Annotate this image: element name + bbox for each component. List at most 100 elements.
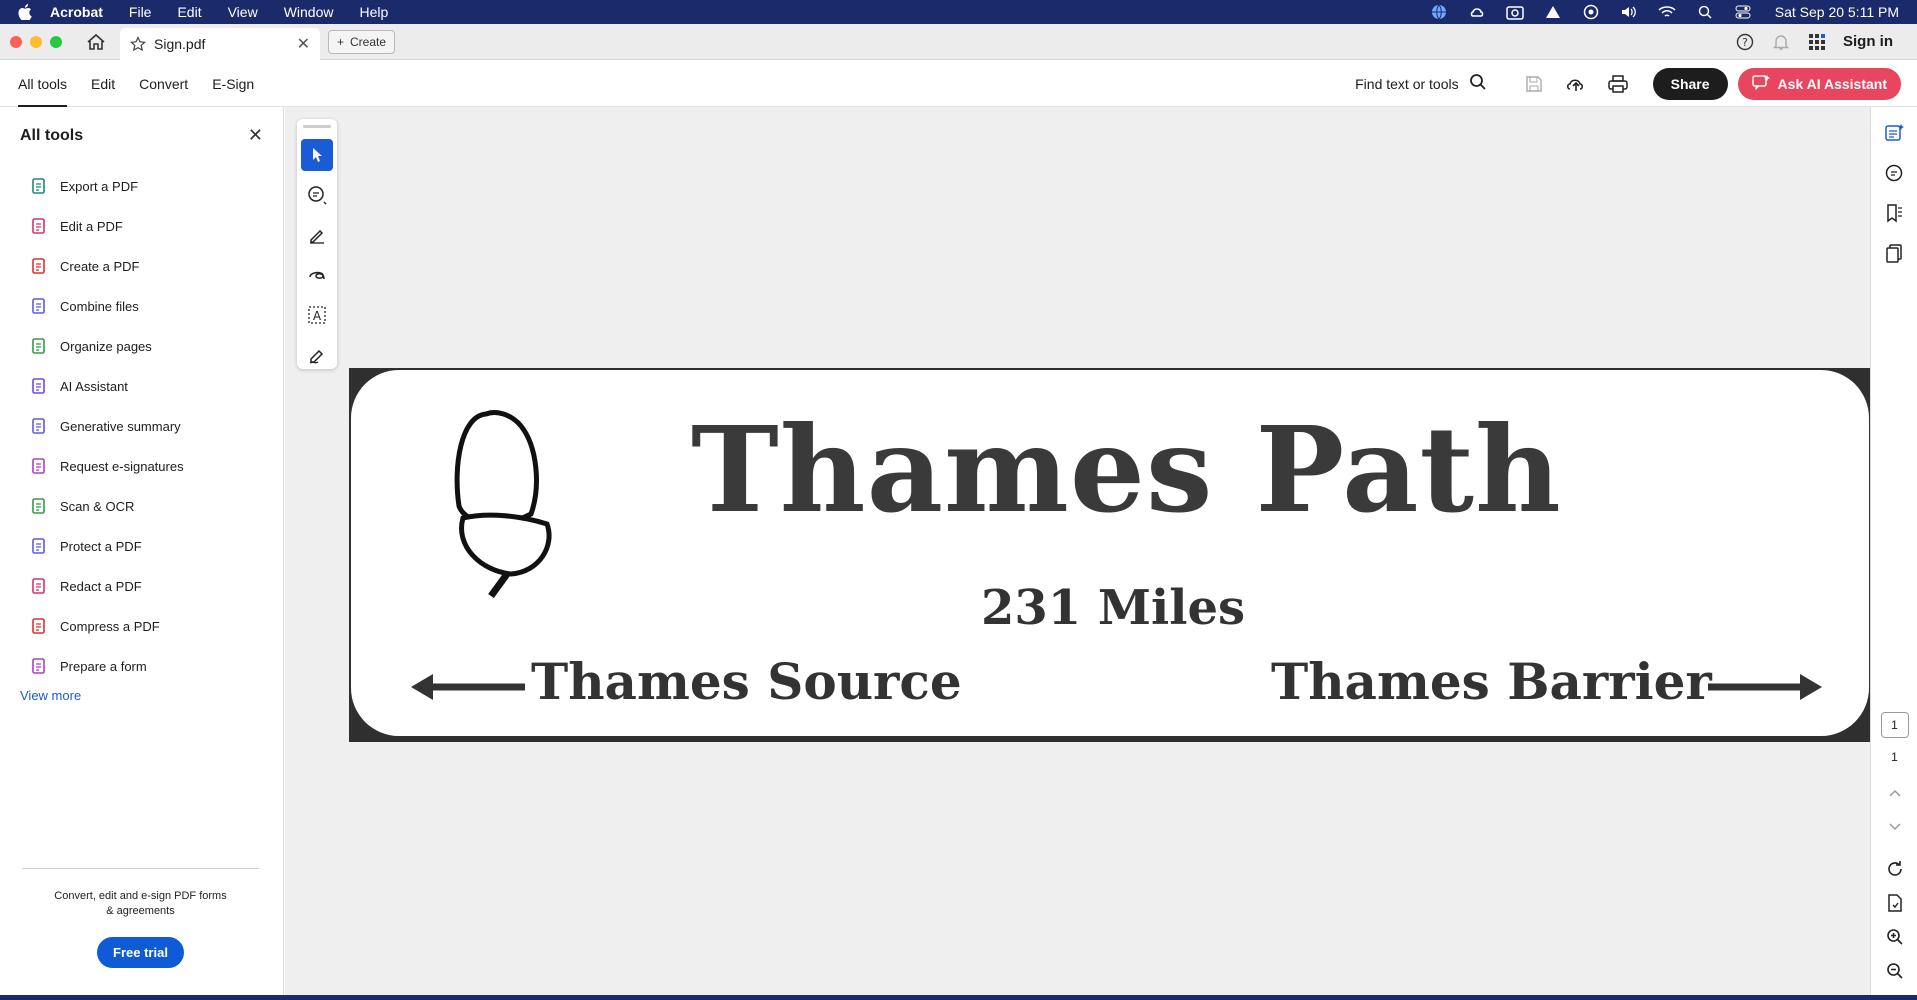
create-button[interactable]: + Create	[328, 29, 396, 54]
ai-summary-icon[interactable]	[1880, 119, 1908, 147]
tool-item[interactable]: Combine files	[0, 286, 283, 326]
tab-convert[interactable]: Convert	[133, 61, 194, 107]
tools-list: Export a PDF Edit a PDF Create a PDF Combin…	[0, 166, 283, 686]
tool-item-label: Combine files	[60, 298, 139, 314]
tool-item[interactable]: Redact a PDF	[0, 566, 283, 606]
arrow-right-icon	[1706, 670, 1826, 709]
all-tools-panel: All tools ✕ Export a PDF Edit a PDF Create…	[0, 107, 284, 1000]
tool-item[interactable]: Protect a PDF	[0, 526, 283, 566]
tool-item-label: Compress a PDF	[60, 618, 160, 634]
comment-tool-icon[interactable]	[301, 179, 333, 211]
text-tool-icon[interactable]: A	[301, 299, 333, 331]
wifi-icon[interactable]	[1657, 3, 1677, 21]
prepare-form-icon	[30, 657, 48, 675]
tab-esign[interactable]: E-Sign	[206, 61, 260, 107]
menu-app-name[interactable]: Acrobat	[50, 4, 103, 20]
promo-line-2: & agreements	[106, 905, 175, 917]
sign-right-destination: Thames Barrier	[1271, 652, 1712, 711]
highlight-tool-icon[interactable]	[301, 219, 333, 251]
close-tab-icon[interactable]: ✕	[297, 34, 310, 54]
organize-pages-icon	[30, 337, 48, 355]
tool-item[interactable]: Export a PDF	[0, 166, 283, 206]
drag-handle[interactable]	[303, 125, 331, 128]
pdf-page[interactable]: Thames Path 231 Miles Thames Source Tham…	[349, 368, 1871, 742]
upload-cloud-icon[interactable]	[1563, 71, 1589, 97]
tool-item[interactable]: AI Assistant	[0, 366, 283, 406]
creative-cloud-icon[interactable]	[1467, 3, 1487, 21]
zoom-window-button[interactable]	[50, 35, 62, 48]
tab-all-tools[interactable]: All tools	[12, 61, 73, 107]
tool-item-label: Organize pages	[60, 338, 152, 354]
tool-item-label: Generative summary	[60, 418, 181, 434]
thames-path-sign: Thames Path 231 Miles Thames Source Tham…	[351, 370, 1869, 736]
select-tool-icon[interactable]	[301, 139, 333, 171]
document-tab[interactable]: Sign.pdf ✕	[120, 27, 320, 60]
sign-tool-icon[interactable]	[301, 339, 333, 371]
close-window-button[interactable]	[10, 35, 22, 48]
notifications-bell-icon[interactable]	[1771, 32, 1791, 52]
tool-item-label: Export a PDF	[60, 178, 139, 194]
create-button-label: Create	[350, 34, 387, 49]
tab-edit[interactable]: Edit	[85, 61, 121, 107]
tool-item-label: Protect a PDF	[60, 538, 142, 554]
tool-item[interactable]: Create a PDF	[0, 246, 283, 286]
tool-item[interactable]: Request e-signatures	[0, 446, 283, 486]
menubar-clock[interactable]: Sat Sep 20 5:11 PM	[1775, 4, 1899, 20]
panel-title: All tools	[20, 126, 84, 144]
vpn-icon[interactable]	[1581, 3, 1601, 21]
minimize-window-button[interactable]	[30, 35, 42, 48]
drive-icon[interactable]	[1543, 3, 1563, 21]
page-export-icon[interactable]	[1882, 890, 1908, 916]
volume-icon[interactable]	[1619, 3, 1639, 21]
zoom-out-icon[interactable]	[1882, 958, 1908, 984]
document-viewport[interactable]: A Thames Path 231 Miles Thames Source Th…	[285, 107, 1871, 995]
sign-title: Thames Path	[691, 400, 1562, 539]
find-label: Find text or tools	[1355, 75, 1459, 92]
menu-help[interactable]: Help	[359, 4, 388, 20]
tool-item[interactable]: Compress a PDF	[0, 606, 283, 646]
ask-ai-assistant-button[interactable]: Ask AI Assistant	[1737, 67, 1901, 100]
view-more-link[interactable]: View more	[0, 688, 283, 703]
comments-icon[interactable]	[1880, 159, 1908, 187]
star-icon[interactable]	[130, 35, 146, 52]
ask-ai-assistant-label: Ask AI Assistant	[1777, 75, 1887, 92]
help-icon[interactable]: ?	[1735, 32, 1755, 52]
apps-grid-icon[interactable]	[1807, 32, 1827, 52]
print-icon[interactable]	[1605, 71, 1631, 97]
rotate-icon[interactable]	[1882, 856, 1908, 882]
save-icon[interactable]	[1521, 71, 1547, 97]
home-icon[interactable]	[84, 30, 108, 54]
close-panel-icon[interactable]: ✕	[248, 125, 263, 146]
bookmarks-icon[interactable]	[1880, 199, 1908, 227]
apple-menu-icon[interactable]	[14, 1, 36, 23]
dock-edge	[0, 995, 1917, 1000]
tool-item[interactable]: Scan & OCR	[0, 486, 283, 526]
sign-in-link[interactable]: Sign in	[1843, 33, 1893, 50]
screenshot-icon[interactable]	[1505, 3, 1525, 21]
tool-item-label: AI Assistant	[60, 378, 128, 394]
globe-status-icon[interactable]	[1429, 3, 1449, 21]
next-page-icon[interactable]	[1882, 814, 1908, 840]
tool-item-label: Create a PDF	[60, 258, 140, 274]
tool-item[interactable]: Organize pages	[0, 326, 283, 366]
share-button[interactable]: Share	[1652, 67, 1728, 100]
current-page-input[interactable]: 1	[1880, 712, 1909, 738]
tool-item[interactable]: Edit a PDF	[0, 206, 283, 246]
tool-item[interactable]: Generative summary	[0, 406, 283, 446]
tool-item[interactable]: Prepare a form	[0, 646, 283, 686]
plus-icon: +	[337, 34, 345, 49]
spotlight-search-icon[interactable]	[1695, 3, 1715, 21]
search-icon	[1469, 73, 1487, 94]
edit-pdf-icon	[30, 217, 48, 235]
control-center-icon[interactable]	[1733, 3, 1753, 21]
draw-tool-icon[interactable]	[301, 259, 333, 291]
menu-edit[interactable]: Edit	[177, 4, 201, 20]
free-trial-button[interactable]: Free trial	[97, 937, 184, 968]
menu-window[interactable]: Window	[284, 4, 334, 20]
previous-page-icon[interactable]	[1882, 780, 1908, 806]
zoom-in-icon[interactable]	[1882, 924, 1908, 950]
page-thumbnails-icon[interactable]	[1880, 239, 1908, 267]
find-text-or-tools[interactable]: Find text or tools	[1355, 73, 1487, 94]
menu-file[interactable]: File	[129, 4, 152, 20]
menu-view[interactable]: View	[228, 4, 258, 20]
